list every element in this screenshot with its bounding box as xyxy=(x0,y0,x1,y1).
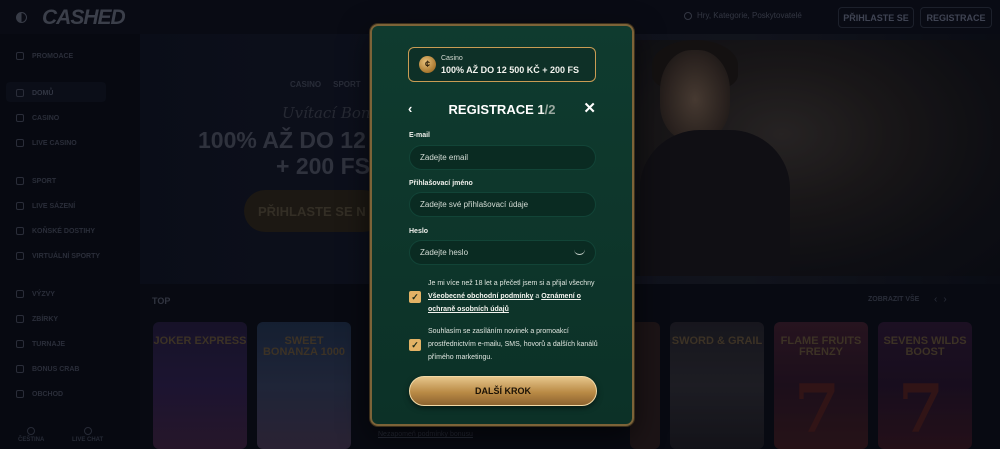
password-field[interactable]: Zadejte heslo xyxy=(409,240,596,265)
username-field[interactable]: Zadejte své přihlašovací údaje xyxy=(409,192,596,217)
close-icon[interactable]: ✕ xyxy=(583,99,596,117)
registration-modal: ¢ Casino 100% AŽ DO 12 500 KČ + 200 FS ‹… xyxy=(370,24,634,426)
terms-checkbox[interactable]: ✓ xyxy=(409,291,421,303)
username-placeholder: Zadejte své přihlašovací údaje xyxy=(420,200,529,209)
bonus-label: Casino xyxy=(441,55,463,62)
next-step-button[interactable]: DALŠÍ KROK xyxy=(409,376,597,406)
step-current: 1 xyxy=(537,102,545,117)
show-password-icon[interactable] xyxy=(574,249,585,255)
step-total: /2 xyxy=(544,102,556,117)
email-placeholder: Zadejte email xyxy=(420,153,469,162)
bonus-banner: ¢ Casino 100% AŽ DO 12 500 KČ + 200 FS xyxy=(408,47,596,82)
email-label: E-mail xyxy=(409,132,431,139)
email-field[interactable]: Zadejte email xyxy=(409,145,596,170)
modal-header: ‹ REGISTRACE 1/2 ✕ xyxy=(408,100,596,118)
username-label: Přihlašovací jméno xyxy=(409,180,473,187)
terms-text: Je mi více než 18 let a přečetl jsem si … xyxy=(428,280,595,313)
password-placeholder: Zadejte heslo xyxy=(420,248,469,257)
casino-chip-icon: ¢ xyxy=(419,56,436,73)
modal-title: REGISTRACE 1/2 xyxy=(448,102,556,117)
marketing-checkbox[interactable]: ✓ xyxy=(409,339,421,351)
password-label: Heslo xyxy=(409,228,429,235)
bonus-value: 100% AŽ DO 12 500 KČ + 200 FS xyxy=(441,65,579,75)
terms-link[interactable]: Všeobecné obchodní podmínky xyxy=(428,293,533,300)
marketing-text: Souhlasím se zasíláním novinek a promoak… xyxy=(428,328,598,361)
